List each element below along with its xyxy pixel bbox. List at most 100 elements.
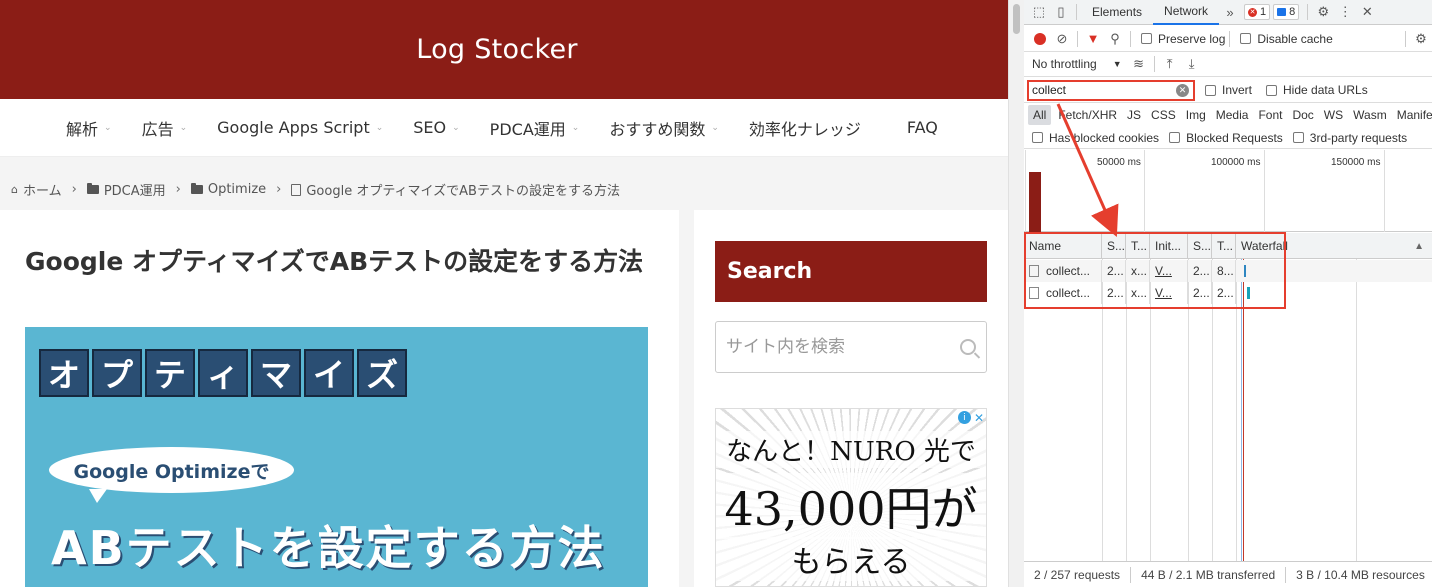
waterfall-grid [1356,259,1357,561]
upload-icon[interactable]: ⤒ [1159,53,1181,75]
network-conditions-icon[interactable]: ≋ [1128,53,1150,75]
type-filter-font[interactable]: Font [1253,105,1287,125]
site-nav: 解析 ⌄ 広告 ⌄ Google Apps Script ⌄ SEO ⌄ PDCA運用 ⌄… [0,99,1008,157]
chevron-down-icon: ⌄ [179,122,188,133]
divider [1153,56,1155,72]
ad-text-line: もらえる [716,537,986,581]
error-badge[interactable]: ✕ 1 [1244,4,1271,20]
sidebar: Search i ✕ なんと！NURO 光で 43,000円が もらえる [694,210,1008,587]
type-filter-js[interactable]: JS [1122,105,1146,125]
breadcrumb-category[interactable]: PDCA運用 [104,180,166,199]
download-icon[interactable]: ⤓ [1181,53,1203,75]
article-title: Google オプティマイズでABテストの設定をする方法 [25,247,644,276]
gear-icon[interactable]: ⚙ [1312,1,1334,23]
checkbox-label: Preserve log [1158,31,1226,46]
site-header: Log Stocker [0,0,1008,99]
tab-network[interactable]: Network [1153,0,1220,25]
scrollbar-thumb[interactable] [1013,4,1020,34]
devtools-panel: ⬚ ▯ Elements Network » ✕ 1 8 ⚙ ⋮ ✕ ⊘ ▼ ⚲ … [1024,0,1432,587]
breadcrumb: ⌂ ホーム › PDCA運用 › Optimize › Google オプティマ… [11,180,620,199]
type-filter-all[interactable]: All [1028,105,1052,125]
nav-label: 広告 [141,119,174,139]
clear-icon[interactable]: ⊘ [1051,28,1073,50]
type-filter-doc[interactable]: Doc [1287,105,1318,125]
hero-image: オ プ テ ィ マ イ ズ Google Optimizeで ABテストを設定す… [25,327,648,587]
nav-label: 解析 [66,119,99,139]
search-input[interactable] [726,337,960,357]
chevron-down-icon: ⌄ [452,122,460,133]
breadcrumb-subcategory[interactable]: Optimize [208,182,266,197]
network-settings-icon[interactable]: ⚙ [1410,28,1432,50]
timeline-tick: 50000 ms [1097,157,1141,168]
timeline-tick: 100000 ms [1211,157,1261,168]
throttling-select[interactable]: No throttling [1032,57,1097,71]
nav-item-functions[interactable]: おすすめ関数 ⌄ [609,116,719,140]
grid-line [1144,150,1145,232]
blocked-requests-checkbox[interactable]: Blocked Requests [1169,131,1283,145]
page-scrollbar[interactable] [1008,0,1024,587]
search-icon[interactable] [960,339,976,355]
nav-item-efficiency[interactable]: 効率化ナレッジ [749,116,861,140]
timeline-activity-bar [1029,172,1041,232]
grid-line [1384,150,1385,232]
invert-checkbox[interactable]: Invert [1205,83,1252,97]
nav-item-gas[interactable]: Google Apps Script ⌄ [217,118,383,137]
clear-input-icon[interactable]: ✕ [1176,83,1189,97]
third-party-requests-checkbox[interactable]: 3rd-party requests [1292,131,1407,145]
more-tabs-icon[interactable]: » [1219,1,1241,23]
filter-input[interactable] [1029,83,1174,97]
ad-controls: i ✕ [957,411,984,425]
hero-tile: プ [92,349,142,397]
breadcrumb-current: Google オプティマイズでABテストの設定をする方法 [306,184,620,199]
timeline-tick: 150000 ms [1331,157,1381,168]
type-filter-wasm[interactable]: Wasm [1348,105,1392,125]
type-filter-img[interactable]: Img [1181,105,1211,125]
website: Log Stocker 解析 ⌄ 広告 ⌄ Google Apps Script ⌄ … [0,0,1008,587]
hero-tiles: オ プ テ ィ マ イ ズ [39,349,410,397]
type-filter-css[interactable]: CSS [1146,105,1181,125]
preserve-log-checkbox[interactable]: Preserve log [1141,32,1225,46]
breadcrumb-home[interactable]: ホーム [23,180,62,199]
checkbox-label: Blocked Requests [1186,130,1283,145]
type-filter-fetch-xhr[interactable]: Fetch/XHR [1053,105,1122,125]
hero-tile: ズ [357,349,407,397]
tab-elements[interactable]: Elements [1081,0,1153,25]
disable-cache-checkbox[interactable]: Disable cache [1240,32,1333,46]
ad-banner[interactable]: i ✕ なんと！NURO 光で 43,000円が もらえる [715,408,987,587]
sort-up-icon[interactable]: ▲ [1414,241,1424,252]
message-count: 8 [1289,6,1296,18]
divider [1076,4,1077,20]
device-toolbar-icon[interactable]: ▯ [1050,1,1072,23]
close-icon[interactable]: ✕ [974,411,984,425]
nav-item-pdca[interactable]: PDCA運用 ⌄ [490,116,580,140]
type-filter-manifest[interactable]: Manife [1392,105,1432,125]
divider [1077,30,1078,47]
kebab-menu-icon[interactable]: ⋮ [1334,1,1356,23]
chevron-down-icon: ⌄ [571,122,580,133]
close-icon[interactable]: ✕ [1356,1,1378,23]
info-icon[interactable]: i [957,411,971,424]
has-blocked-cookies-checkbox[interactable]: Has blocked cookies [1032,131,1159,145]
hide-data-urls-checkbox[interactable]: Hide data URLs [1266,83,1368,97]
search-icon[interactable]: ⚲ [1104,28,1126,50]
inspect-element-icon[interactable]: ⬚ [1028,1,1050,23]
filter-icon[interactable]: ▼ [1082,28,1104,50]
nav-item-ads[interactable]: 広告 ⌄ [142,116,188,140]
checkbox-box [1240,33,1252,44]
home-icon: ⌂ [11,183,18,196]
timeline-overview[interactable]: 50000 ms 100000 ms 150000 ms [1024,150,1432,232]
type-filter-ws[interactable]: WS [1319,105,1348,125]
site-title[interactable]: Log Stocker [416,34,578,65]
type-filter-media[interactable]: Media [1211,105,1254,125]
nav-item-faq[interactable]: FAQ [907,118,938,137]
checkbox-label: Has blocked cookies [1049,130,1160,145]
status-resources: 3 B / 10.4 MB resources [1296,567,1425,582]
message-badge[interactable]: 8 [1273,4,1300,20]
checkbox-label: Hide data URLs [1283,83,1368,97]
nav-label: SEO [413,118,447,137]
nav-item-seo[interactable]: SEO ⌄ [413,118,459,137]
resource-type-filters: All Fetch/XHR JS CSS Img Media Font Doc … [1024,103,1432,127]
nav-item-analysis[interactable]: 解析 ⌄ [66,116,112,140]
chevron-down-icon[interactable]: ▼ [1113,59,1122,69]
record-icon[interactable] [1029,28,1051,50]
